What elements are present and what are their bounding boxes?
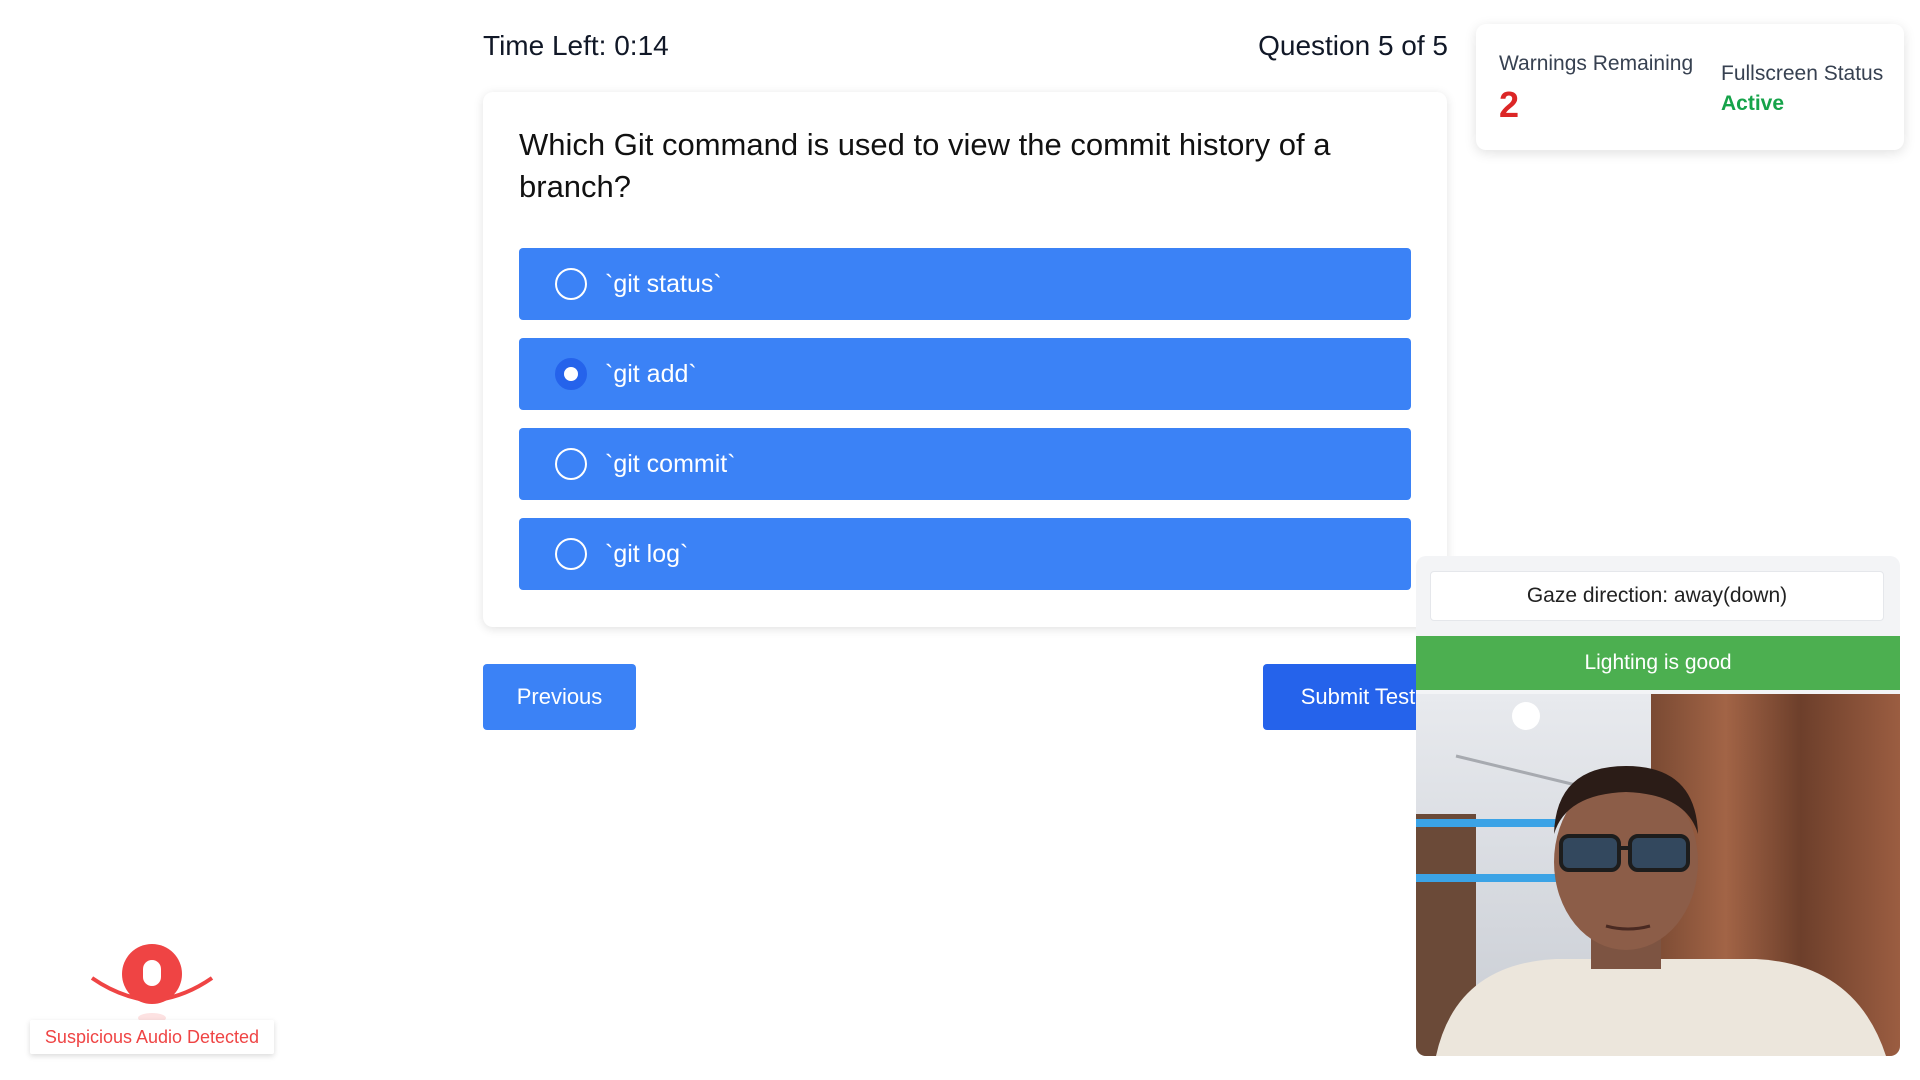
question-counter: Question 5 of 5 [1258,30,1448,61]
radio-unchecked-icon[interactable] [555,538,587,570]
question-text: Which Git command is used to view the co… [519,127,1331,204]
microphone-alert-icon [90,944,214,1023]
gaze-direction: Gaze direction: away(down) [1430,571,1884,621]
option-git-add[interactable]: `git add` [519,338,1411,410]
timer: Time Left: 0:14 [483,30,669,61]
option-git-commit[interactable]: `git commit` [519,428,1411,500]
warnings-remaining-count: 2 [1499,84,1520,125]
option-label: `git commit` [605,449,736,478]
previous-button[interactable]: Previous [483,664,636,730]
question-card: Which Git command is used to view the co… [483,92,1447,627]
fullscreen-status-value: Active [1721,92,1785,115]
lighting-status: Lighting is good [1416,636,1900,690]
option-label: `git add` [605,359,697,388]
proctor-panel: Gaze direction: away(down) Lighting is g… [1416,556,1900,1056]
option-git-status[interactable]: `git status` [519,248,1411,320]
audio-alert: Suspicious Audio Detected [30,938,274,1054]
warnings-remaining-label: Warnings Remaining [1499,52,1694,75]
webcam-feed [1416,694,1900,1056]
audio-alert-text: Suspicious Audio Detected [30,1020,274,1054]
option-label: `git status` [605,269,722,298]
radio-checked-icon[interactable] [555,358,587,390]
option-label: `git log` [605,539,689,568]
warnings-panel: Warnings Remaining 2 Fullscreen Status A… [1476,24,1904,150]
fullscreen-status-label: Fullscreen Status [1721,62,1884,85]
radio-unchecked-icon[interactable] [555,268,587,300]
radio-unchecked-icon[interactable] [555,448,587,480]
option-git-log[interactable]: `git log` [519,518,1411,590]
